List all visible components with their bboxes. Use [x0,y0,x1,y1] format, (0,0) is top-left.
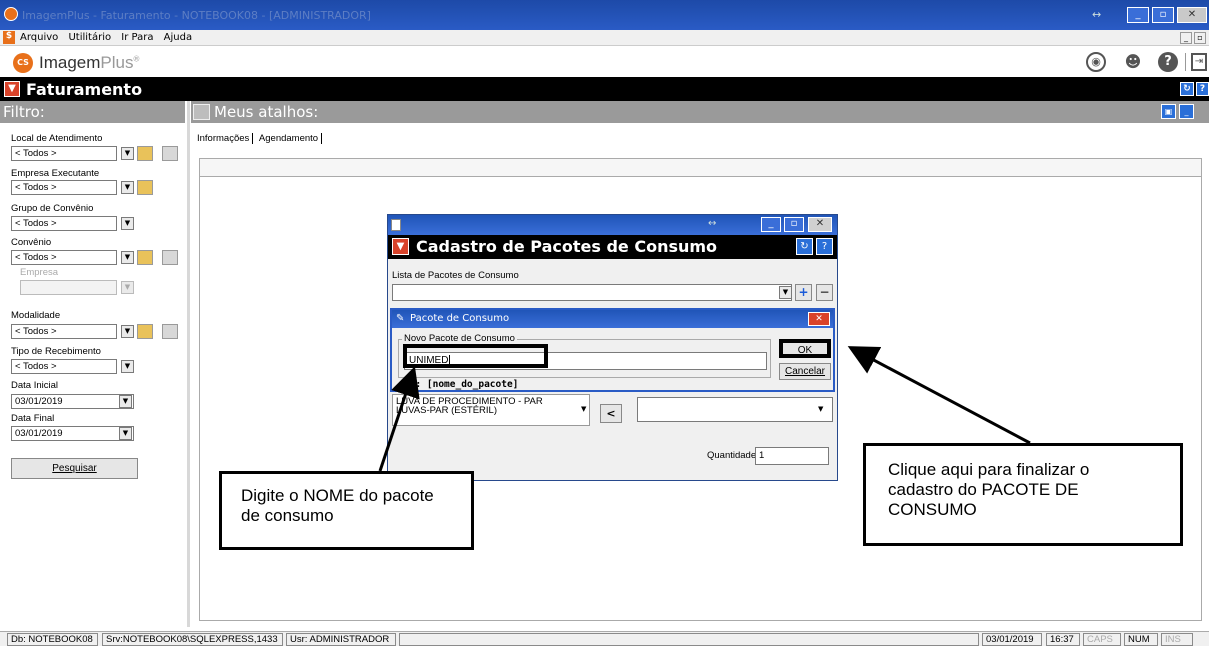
arrow-to-ok-button [847,346,1031,445]
status-caps: CAPS [1083,633,1121,646]
status-blank [399,633,979,646]
callout-right-text: Clique aqui para finalizar o cadastro do… [888,460,1090,519]
status-db: Db: NOTEBOOK08 [7,633,98,646]
annotation-arrows [378,346,1031,472]
status-srv: Srv:NOTEBOOK08\SQLEXPRESS,1433 [102,633,283,646]
status-bar: Db: NOTEBOOK08 Srv:NOTEBOOK08\SQLEXPRESS… [0,631,1209,646]
callout-left: Digite o NOME do pacote de consumo [219,471,474,550]
arrow-to-name-input [378,366,420,472]
callout-left-text: Digite o NOME do pacote de consumo [241,486,434,525]
status-date: 03/01/2019 [982,633,1042,646]
callout-right: Clique aqui para finalizar o cadastro do… [863,443,1183,546]
status-usr: Usr: ADMINISTRADOR [286,633,396,646]
status-ins: INS [1161,633,1193,646]
status-time: 16:37 [1046,633,1080,646]
status-num: NUM [1124,633,1158,646]
